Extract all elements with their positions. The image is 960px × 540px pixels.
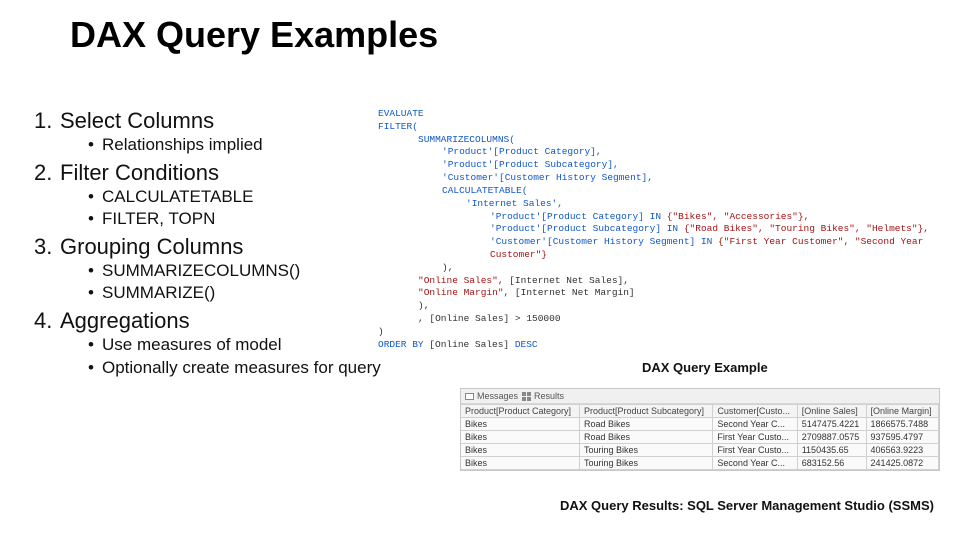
table-header: Product[Product Category] [461, 405, 579, 418]
results-tabbar: Messages Results [461, 389, 939, 404]
table-cell: Touring Bikes [579, 444, 712, 457]
code-line: 'Product'[Product Category], [442, 146, 602, 157]
outline-number: 4. [34, 308, 60, 334]
outline-title: Aggregations [60, 308, 190, 334]
table-row: Bikes Touring Bikes Second Year C... 683… [461, 457, 939, 470]
table-header: Customer[Custo... [713, 405, 797, 418]
tab-label: Results [534, 391, 564, 401]
code-seg: "Online Sales" [418, 275, 498, 286]
outline-title: Select Columns [60, 108, 214, 134]
code-seg: {"Bikes", "Accessories"}, [661, 211, 809, 222]
code-seg: IN [701, 236, 712, 247]
table-cell: First Year Custo... [713, 431, 797, 444]
results-panel: Messages Results Product[Product Categor… [460, 388, 940, 471]
table-cell: 683152.56 [797, 457, 866, 470]
message-icon [465, 393, 474, 400]
dax-code-block: EVALUATE FILTER( SUMMARIZECOLUMNS( 'Prod… [378, 108, 938, 351]
table-cell: Road Bikes [579, 418, 712, 431]
outline-number: 2. [34, 160, 60, 186]
page-title: DAX Query Examples [70, 14, 438, 56]
table-cell: 2709887.0575 [797, 431, 866, 444]
results-caption: DAX Query Results: SQL Server Management… [560, 498, 934, 513]
table-cell: 5147475.4221 [797, 418, 866, 431]
code-seg: [Online Sales] [424, 339, 515, 350]
table-cell: Road Bikes [579, 431, 712, 444]
tab-results[interactable]: Results [522, 391, 564, 401]
table-cell: 1150435.65 [797, 444, 866, 457]
table-header: [Online Margin] [866, 405, 938, 418]
code-seg: {"Road Bikes", "Touring Bikes", "Helmets… [678, 223, 929, 234]
outline-bullet: Optionally create measures for query [88, 357, 454, 379]
outline-title: Grouping Columns [60, 234, 243, 260]
code-seg: ORDER BY [378, 339, 424, 350]
table-header-row: Product[Product Category] Product[Produc… [461, 405, 939, 418]
code-seg: IN [667, 223, 678, 234]
results-table: Product[Product Category] Product[Produc… [461, 404, 939, 470]
table-header: [Online Sales] [797, 405, 866, 418]
table-cell: 241425.0872 [866, 457, 938, 470]
code-seg: DESC [515, 339, 538, 350]
code-line: EVALUATE [378, 108, 424, 119]
code-seg: 'Product'[Product Category] [490, 211, 650, 222]
table-cell: Bikes [461, 444, 579, 457]
code-line: , [Online Sales] > 150000 [418, 313, 561, 324]
table-row: Bikes Road Bikes First Year Custo... 270… [461, 431, 939, 444]
code-line: ) [378, 326, 384, 337]
code-caption: DAX Query Example [642, 360, 768, 375]
table-row: Bikes Road Bikes Second Year C... 514747… [461, 418, 939, 431]
code-seg: "Online Margin" [418, 287, 504, 298]
table-cell: Second Year C... [713, 418, 797, 431]
table-cell: Touring Bikes [579, 457, 712, 470]
table-cell: 1866575.7488 [866, 418, 938, 431]
table-row: Bikes Touring Bikes First Year Custo... … [461, 444, 939, 457]
table-cell: Second Year C... [713, 457, 797, 470]
code-seg: 'Customer'[Customer History Segment] [490, 236, 701, 247]
outline-title: Filter Conditions [60, 160, 219, 186]
code-line: 'Product'[Product Subcategory], [442, 159, 619, 170]
table-header: Product[Product Subcategory] [579, 405, 712, 418]
code-line: SUMMARIZECOLUMNS( [418, 134, 515, 145]
table-cell: Bikes [461, 457, 579, 470]
code-line: ), [418, 300, 429, 311]
code-line: 'Customer'[Customer History Segment], [442, 172, 653, 183]
table-cell: First Year Custo... [713, 444, 797, 457]
table-cell: Bikes [461, 418, 579, 431]
grid-icon [522, 392, 531, 401]
code-seg: 'Product'[Product Subcategory] [490, 223, 667, 234]
table-cell: Bikes [461, 431, 579, 444]
table-cell: 937595.4797 [866, 431, 938, 444]
outline-number: 1. [34, 108, 60, 134]
code-line: ), [442, 262, 453, 273]
code-line: CALCULATETABLE( [442, 185, 528, 196]
code-seg: , [Internet Net Margin] [504, 287, 635, 298]
table-cell: 406563.9223 [866, 444, 938, 457]
tab-label: Messages [477, 391, 518, 401]
code-seg: IN [650, 211, 661, 222]
code-line: 'Internet Sales', [466, 198, 563, 209]
code-seg: , [Internet Net Sales], [498, 275, 629, 286]
tab-messages[interactable]: Messages [465, 391, 518, 401]
code-line: FILTER( [378, 121, 418, 132]
outline-number: 3. [34, 234, 60, 260]
